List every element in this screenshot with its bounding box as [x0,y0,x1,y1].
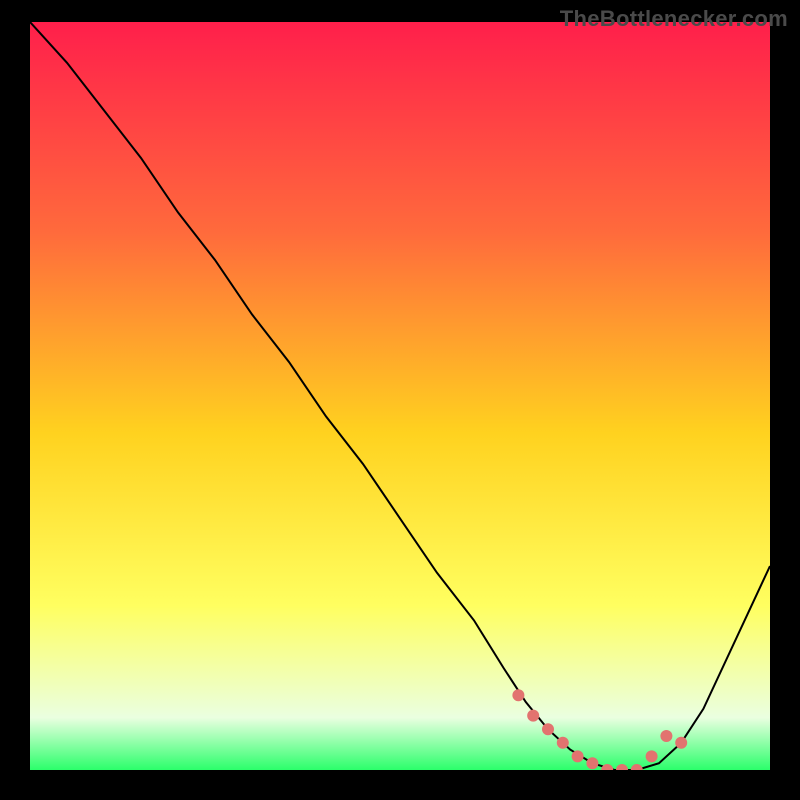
bottleneck-chart [30,22,770,770]
optimal-dot [527,710,539,722]
optimal-dot [572,750,584,762]
optimal-dot [646,750,658,762]
watermark-text: TheBottlenecker.com [560,6,788,32]
optimal-dot [660,730,672,742]
plot-area [30,22,770,770]
optimal-dot [557,737,569,749]
optimal-dot [675,737,687,749]
optimal-dot [586,757,598,769]
chart-frame: TheBottlenecker.com [0,0,800,800]
optimal-dot [512,689,524,701]
gradient-background [30,22,770,770]
optimal-dot [542,723,554,735]
